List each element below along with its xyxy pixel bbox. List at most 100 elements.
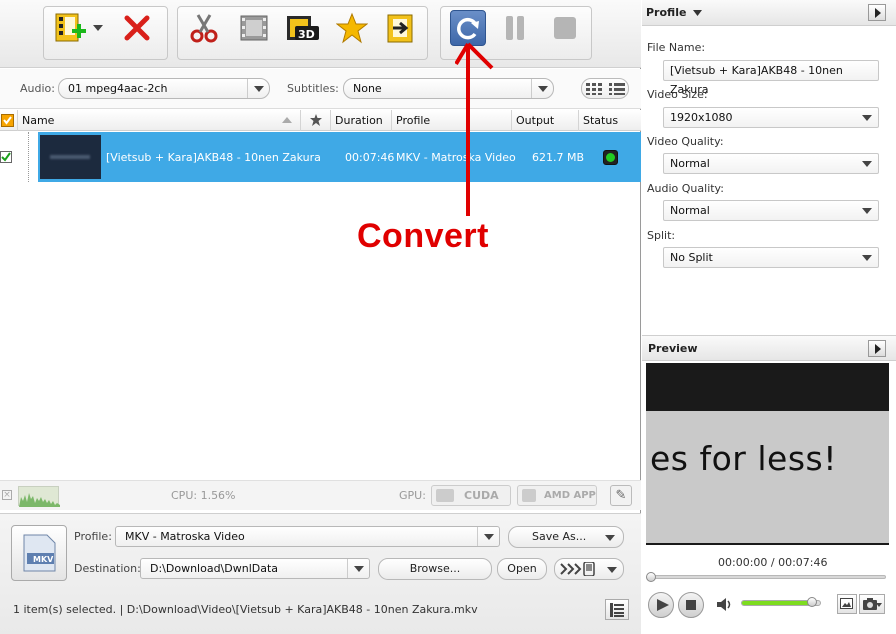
column-name[interactable]: Name [18,110,301,131]
image-folder-icon [840,598,853,609]
column-status[interactable]: Status [579,110,641,131]
table-row[interactable]: [Vietsub + Kara]AKB48 - 10nen Zakura 00:… [0,132,641,182]
camera-icon [863,598,877,610]
play-button[interactable] [648,592,674,618]
grid-view-icon[interactable] [586,83,602,98]
sort-up-icon [282,117,292,123]
column-favorite[interactable] [301,110,331,131]
row-check-cell [0,132,14,182]
save-as-button[interactable]: Save As... [508,526,624,548]
wrench-icon[interactable]: ✎ [610,485,632,506]
film-arrow-icon [387,14,413,43]
bottom-panel: MKV Profile: MKV - Matroska Video Save A… [0,513,641,634]
file-name-input[interactable]: [Vietsub + Kara]AKB48 - 10nen Zakura [663,60,879,96]
chevron-down-icon [247,79,269,98]
transfer-button[interactable] [554,558,624,580]
volume-handle[interactable] [807,597,818,607]
nvidia-icon [436,489,454,502]
audio-quality-value: Normal [670,204,710,217]
video-size-select[interactable]: 1920x1080 [663,107,879,128]
3d-button[interactable]: 3D [284,10,320,46]
add-output-button[interactable] [383,10,419,46]
add-video-icon [55,13,86,42]
save-as-label: Save As... [532,530,587,543]
stop-icon [554,17,576,39]
profile-icon-button[interactable]: MKV [11,525,67,581]
star-icon [309,114,322,126]
audio-select[interactable]: 01 mpeg4aac-2ch [58,78,270,99]
cpu-usage: CPU: 1.56% [171,489,236,502]
destination-value: D:\Download\DwnlData [150,562,279,575]
speaker-icon[interactable] [717,598,733,611]
profile-select-value: MKV - Matroska Video [125,530,245,543]
row-checkbox-icon[interactable] [0,151,12,163]
audio-quality-label: Audio Quality: [647,182,724,195]
convert-annotation: Convert [357,217,489,255]
chevron-down-icon [856,108,878,127]
seek-bar[interactable] [646,572,886,582]
cuda-button[interactable]: CUDA [431,485,511,506]
video-thumbnail [40,135,101,179]
remove-button[interactable] [119,10,155,46]
chevron-down-icon [347,559,369,578]
destination-label: Destination: [74,562,141,575]
audio-quality-select[interactable]: Normal [663,200,879,221]
transfer-device-icon [560,562,595,576]
audio-label: Audio: [20,82,55,95]
column-duration[interactable]: Duration [331,110,392,131]
stop-icon [686,600,696,610]
snapshot-button[interactable] [859,594,885,614]
add-dropdown-button[interactable] [90,10,106,46]
preview-video[interactable]: es for less! [646,363,889,545]
destination-select[interactable]: D:\Download\DwnlData [140,558,370,579]
subtitles-select[interactable]: None [343,78,554,99]
annotation-arrow-icon [455,42,494,216]
volume-slider[interactable] [741,597,821,607]
list-view-icon[interactable] [609,83,625,98]
close-icon[interactable]: × [2,490,12,500]
split-select[interactable]: No Split [663,247,879,268]
side-panel: Profile File Name: [Vietsub + Kara]AKB48… [642,0,896,634]
effects-button[interactable] [236,10,272,46]
chevron-down-icon [876,603,882,607]
amd-app-button[interactable]: AMD APP [517,485,597,506]
clip-button[interactable] [186,10,222,46]
toolbar: 3D [0,0,641,68]
seek-handle[interactable] [646,572,656,582]
preview-frame-text: es for less! [650,439,837,478]
pause-icon [506,16,524,40]
table-header: Name Duration Profile Output Size Status [0,110,641,148]
mkv-file-icon [23,534,56,572]
browse-button[interactable]: Browse... [378,558,492,580]
film-strip-icon [240,15,268,41]
play-icon [657,599,669,611]
favorite-button[interactable] [334,10,370,46]
view-toggle [581,78,629,99]
pause-button[interactable] [497,10,533,46]
row-output-size: 621.7 MB [532,151,585,164]
profile-panel-expand-button[interactable] [868,4,886,21]
amd-icon [522,489,536,502]
video-quality-select[interactable]: Normal [663,153,879,174]
split-label: Split: [647,229,676,242]
browse-label: Browse... [409,562,461,575]
log-button[interactable] [605,599,629,620]
split-value: No Split [670,251,713,264]
column-output-size[interactable]: Output Size [512,110,579,148]
stop-preview-button[interactable] [678,592,704,618]
main-area: 3D Audio: 01 mpeg4aac-2ch Subtitles: Non… [0,0,641,634]
chevron-down-icon[interactable] [693,10,703,16]
open-button[interactable]: Open [497,558,547,580]
add-video-button[interactable] [51,10,87,46]
profile-select[interactable]: MKV - Matroska Video [115,526,500,547]
audio-select-value: 01 mpeg4aac-2ch [68,82,168,95]
open-label: Open [507,562,537,575]
file-name-label: File Name: [647,41,706,54]
subtitles-select-value: None [353,82,382,95]
stop-button[interactable] [547,10,583,46]
preview-frame: es for less! [646,411,889,543]
select-all-checkbox[interactable] [0,110,18,131]
preview-panel-expand-button[interactable] [868,340,886,357]
chevron-down-icon [93,25,103,31]
snapshot-folder-button[interactable] [837,594,857,614]
